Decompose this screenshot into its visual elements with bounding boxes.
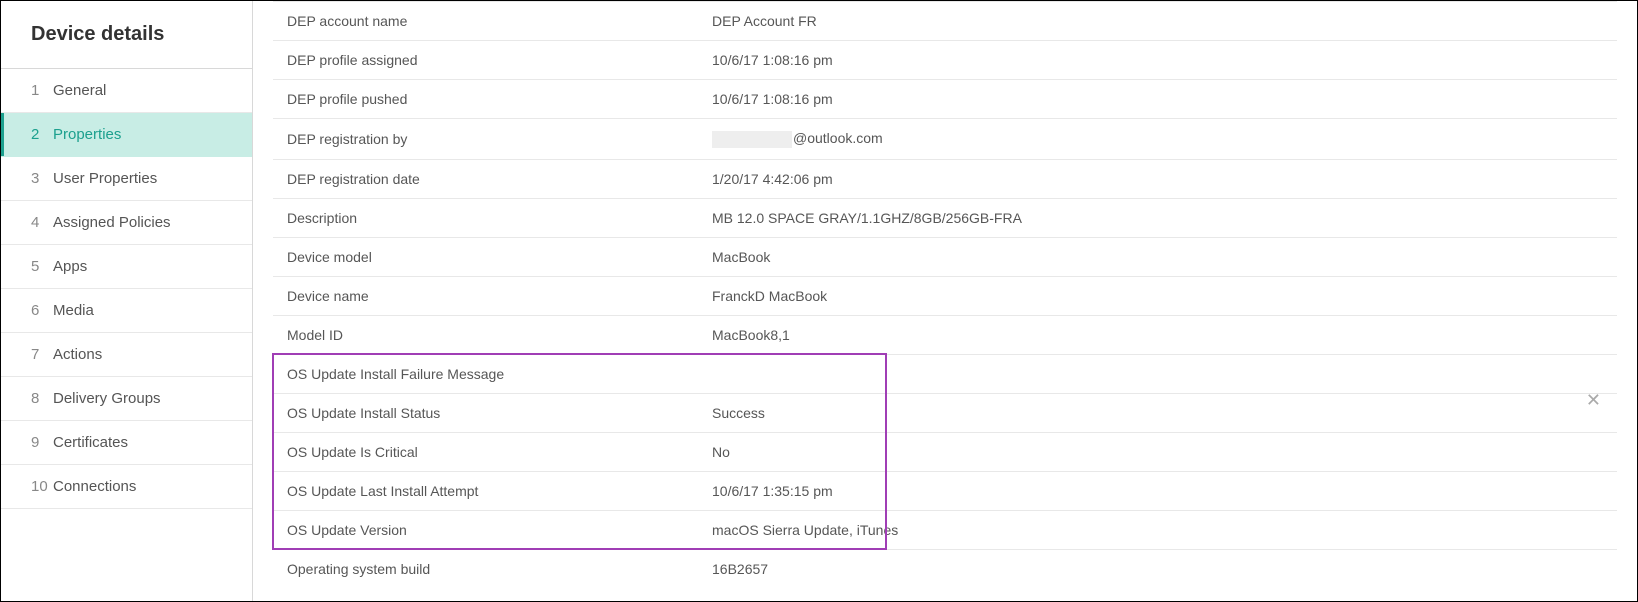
property-value: 10/6/17 1:08:16 pm [698,80,1617,119]
sidebar-item-label: Assigned Policies [53,214,171,231]
property-value: MacBook [698,237,1617,276]
property-value: MB 12.0 SPACE GRAY/1.1GHZ/8GB/256GB-FRA [698,198,1617,237]
table-row: DescriptionMB 12.0 SPACE GRAY/1.1GHZ/8GB… [273,198,1617,237]
sidebar-item-user-properties[interactable]: 3User Properties [1,157,252,201]
sidebar-item-label: Apps [53,258,87,275]
property-label: OS Update Install Status [273,393,698,432]
property-value: 10/6/17 1:35:15 pm [698,471,1617,510]
sidebar-nav: 1General2Properties3User Properties4Assi… [1,69,252,509]
sidebar-title: Device details [1,1,252,69]
property-value: macOS Sierra Update, iTunes [698,510,1617,549]
property-value: 1/20/17 4:42:06 pm [698,159,1617,198]
sidebar-item-num: 4 [31,214,51,231]
sidebar-item-num: 10 [31,478,51,495]
property-value-text: @outlook.com [793,130,883,146]
property-label: Description [273,198,698,237]
property-value: @outlook.com [698,119,1617,160]
sidebar-item-label: Properties [53,126,121,143]
property-label: DEP registration date [273,159,698,198]
sidebar-item-label: Certificates [53,434,128,451]
sidebar-item-label: Media [53,302,94,319]
property-label: Model ID [273,315,698,354]
property-label: OS Update Version [273,510,698,549]
property-value: DEP Account FR [698,2,1617,41]
sidebar-item-label: Connections [53,478,136,495]
table-row: Device modelMacBook [273,237,1617,276]
properties-table: DEP account nameDEP Account FRDEP profil… [273,1,1617,588]
close-icon[interactable]: ✕ [1586,391,1601,409]
property-label: OS Update Install Failure Message [273,354,698,393]
table-row: OS Update Is CriticalNo [273,432,1617,471]
property-value [698,354,1617,393]
sidebar-item-num: 6 [31,302,51,319]
sidebar-item-num: 9 [31,434,51,451]
property-value: Success [698,393,1617,432]
sidebar-item-certificates[interactable]: 9Certificates [1,421,252,465]
property-value: MacBook8,1 [698,315,1617,354]
sidebar-item-num: 7 [31,346,51,363]
table-row: DEP account nameDEP Account FR [273,2,1617,41]
sidebar-item-delivery-groups[interactable]: 8Delivery Groups [1,377,252,421]
sidebar-item-label: Delivery Groups [53,390,161,407]
table-row: Model IDMacBook8,1 [273,315,1617,354]
property-value: 16B2657 [698,549,1617,588]
table-row: OS Update VersionmacOS Sierra Update, iT… [273,510,1617,549]
sidebar-item-num: 5 [31,258,51,275]
sidebar-item-general[interactable]: 1General [1,69,252,113]
sidebar-item-label: General [53,82,106,99]
property-value: 10/6/17 1:08:16 pm [698,41,1617,80]
sidebar-item-apps[interactable]: 5Apps [1,245,252,289]
table-row: DEP registration date1/20/17 4:42:06 pm [273,159,1617,198]
sidebar-item-media[interactable]: 6Media [1,289,252,333]
table-row: OS Update Last Install Attempt10/6/17 1:… [273,471,1617,510]
table-row: Device nameFranckD MacBook [273,276,1617,315]
sidebar-item-assigned-policies[interactable]: 4Assigned Policies [1,201,252,245]
sidebar-item-num: 8 [31,390,51,407]
property-label: DEP profile assigned [273,41,698,80]
table-row: Operating system build16B2657 [273,549,1617,588]
sidebar-item-properties[interactable]: 2Properties [1,113,252,157]
property-label: Device name [273,276,698,315]
property-label: Device model [273,237,698,276]
main-content: DEP account nameDEP Account FRDEP profil… [253,1,1637,601]
sidebar-item-label: User Properties [53,170,157,187]
property-label: Operating system build [273,549,698,588]
table-row: OS Update Install StatusSuccess [273,393,1617,432]
property-value: No [698,432,1617,471]
table-row: DEP profile assigned10/6/17 1:08:16 pm [273,41,1617,80]
sidebar-item-num: 2 [31,126,51,143]
table-row: DEP registration by @outlook.com [273,119,1617,160]
property-label: DEP account name [273,2,698,41]
sidebar-item-connections[interactable]: 10Connections [1,465,252,509]
table-row: OS Update Install Failure Message [273,354,1617,393]
sidebar-item-label: Actions [53,346,102,363]
sidebar: Device details 1General2Properties3User … [1,1,253,601]
property-label: OS Update Is Critical [273,432,698,471]
table-row: DEP profile pushed10/6/17 1:08:16 pm [273,80,1617,119]
property-label: DEP registration by [273,119,698,160]
property-label: OS Update Last Install Attempt [273,471,698,510]
sidebar-item-actions[interactable]: 7Actions [1,333,252,377]
property-value: FranckD MacBook [698,276,1617,315]
property-label: DEP profile pushed [273,80,698,119]
sidebar-item-num: 3 [31,170,51,187]
sidebar-item-num: 1 [31,82,51,99]
redacted-block [712,131,792,148]
